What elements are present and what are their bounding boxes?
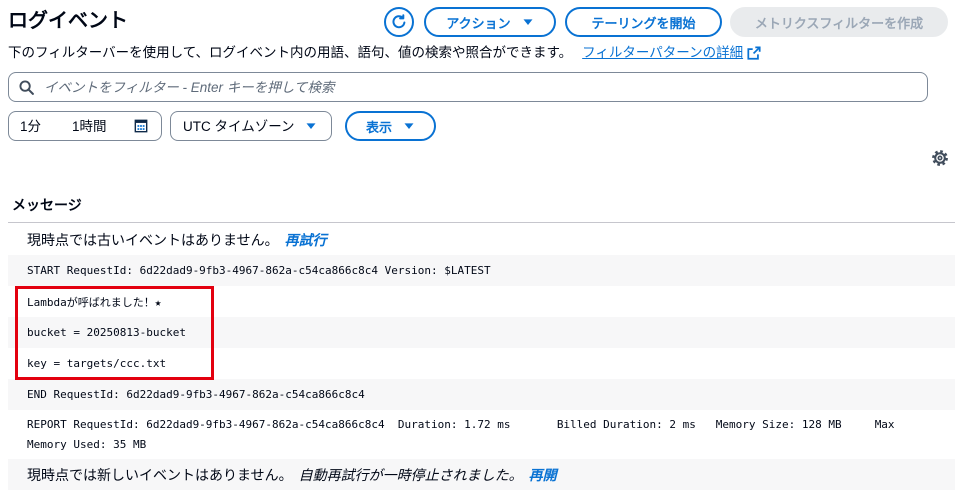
time-range-selector: 1分 1時間: [8, 111, 162, 141]
refresh-button[interactable]: [384, 7, 414, 37]
settings-icon: [932, 150, 948, 166]
actions-button[interactable]: アクション: [424, 7, 556, 37]
refresh-icon: [392, 14, 406, 29]
start-tailing-button[interactable]: テーリングを開始: [565, 7, 722, 37]
log-message: bucket = 20250813-bucket: [27, 326, 186, 339]
filter-events-field[interactable]: [8, 72, 928, 102]
log-events-table: 現時点では古いイベントはありません。 再試行 START RequestId: …: [8, 224, 955, 490]
filter-pattern-docs-link[interactable]: フィルターパターンの詳細: [582, 44, 761, 61]
log-event-row[interactable]: key = targets/ccc.txt: [8, 348, 955, 379]
description-text: 下のフィルターバーを使用して、ログイベント内の用語、語句、値の検索や照合ができま…: [8, 45, 573, 60]
log-event-row[interactable]: bucket = 20250813-bucket: [8, 317, 955, 348]
log-event-row[interactable]: Lambdaが呼ばれました！★: [8, 286, 955, 317]
log-message: REPORT RequestId: 6d22dad9-9fb3-4967-862…: [27, 418, 902, 451]
display-label: 表示: [365, 119, 392, 135]
timezone-select[interactable]: UTC タイムゾーン: [170, 111, 332, 141]
caret-down-icon: [404, 123, 414, 129]
timezone-selected-value: UTC タイムゾーン: [183, 119, 295, 134]
description: 下のフィルターバーを使用して、ログイベント内の用語、語句、値の検索や照合ができま…: [8, 44, 761, 61]
calendar-icon: [134, 119, 148, 133]
resume-link[interactable]: 再開: [529, 465, 557, 485]
log-message: Lambdaが呼ばれました！★: [27, 295, 162, 309]
page-title: ログイベント: [8, 10, 128, 32]
message-column-header: メッセージ: [12, 197, 82, 213]
newer-events-status-row: 現時点では新しいイベントはありません。 自動再試行が一時停止されました。 再開: [8, 459, 955, 490]
header-divider: [8, 222, 955, 223]
retry-link[interactable]: 再試行: [285, 230, 327, 250]
display-button[interactable]: 表示: [345, 111, 436, 141]
start-tailing-label: テーリングを開始: [591, 15, 696, 31]
time-range-option-1-hour[interactable]: 1時間: [72, 118, 107, 135]
log-message: key = targets/ccc.txt: [27, 357, 167, 370]
auto-retry-paused-text: 自動再試行が一時停止されました。: [298, 466, 523, 483]
log-event-row[interactable]: END RequestId: 6d22dad9-9fb3-4967-862a-c…: [8, 379, 955, 410]
older-events-status-row: 現時点では古いイベントはありません。 再試行: [8, 224, 955, 255]
caret-down-icon: [523, 19, 533, 25]
time-range-option-1-minute[interactable]: 1分: [20, 118, 41, 135]
log-event-row[interactable]: REPORT RequestId: 6d22dad9-9fb3-4967-862…: [8, 410, 955, 459]
search-icon: [19, 79, 34, 95]
create-metric-filter-label: メトリクスフィルターを作成: [754, 15, 924, 31]
caret-down-icon: [306, 123, 316, 129]
log-message: START RequestId: 6d22dad9-9fb3-4967-862a…: [27, 264, 491, 277]
create-metric-filter-button[interactable]: メトリクスフィルターを作成: [730, 7, 948, 37]
older-events-status-text: 現時点では古いイベントはありません。: [27, 231, 279, 248]
external-link-icon: [747, 45, 761, 60]
filter-pattern-docs-label: フィルターパターンの詳細: [582, 45, 744, 60]
actions-label: アクション: [446, 15, 511, 31]
custom-range-button[interactable]: [134, 119, 148, 133]
filter-events-input[interactable]: [44, 79, 904, 95]
preferences-button[interactable]: [931, 149, 949, 167]
newer-events-status-text: 現時点では新しいイベントはありません。: [27, 466, 293, 483]
log-message: END RequestId: 6d22dad9-9fb3-4967-862a-c…: [27, 388, 365, 401]
log-event-row[interactable]: START RequestId: 6d22dad9-9fb3-4967-862a…: [8, 255, 955, 286]
